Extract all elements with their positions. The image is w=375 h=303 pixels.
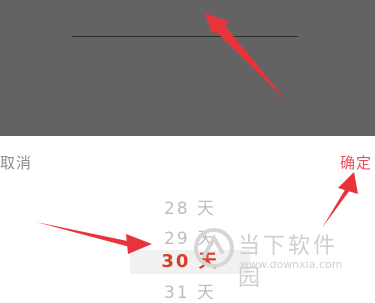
annotation-arrows xyxy=(36,13,358,254)
arrow-annotation-icon xyxy=(126,234,152,254)
arrow-annotation-icon xyxy=(322,188,350,228)
arrow-annotation-icon xyxy=(338,172,358,194)
arrow-annotation-icon xyxy=(36,222,132,247)
